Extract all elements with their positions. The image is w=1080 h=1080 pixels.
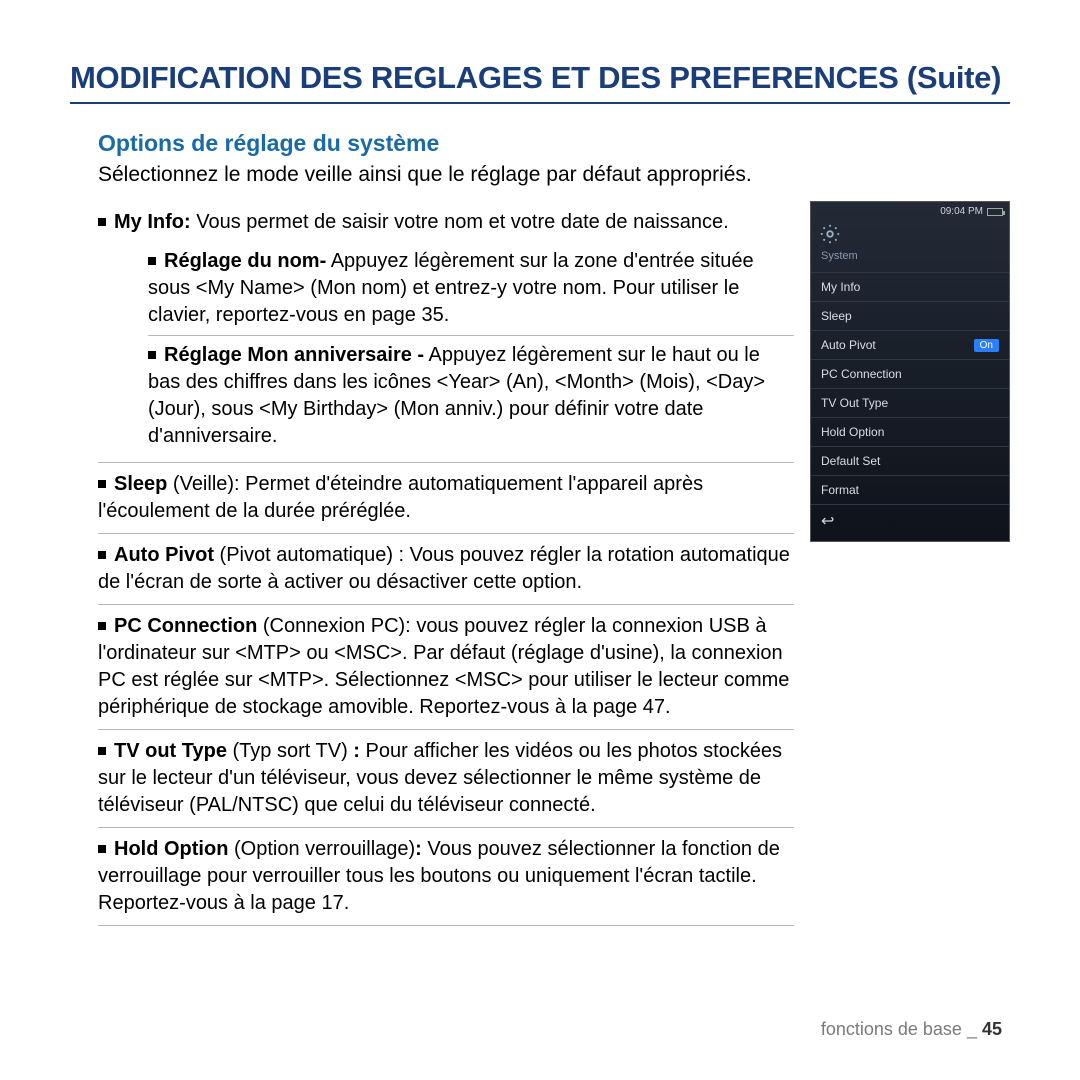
tvout-paren: (Typ sort TV) bbox=[227, 740, 353, 762]
device-header-label: System bbox=[821, 250, 1001, 262]
section-subtitle: Options de réglage du système bbox=[98, 130, 1010, 157]
device-row-hold-option[interactable]: Hold Option bbox=[811, 417, 1009, 446]
sleep-bold: Sleep bbox=[114, 473, 167, 495]
device-menu-list: My Info Sleep Auto Pivot On PC Connection… bbox=[811, 272, 1009, 504]
device-row-label: Hold Option bbox=[821, 425, 884, 439]
device-row-label: My Info bbox=[821, 280, 860, 294]
bullet-icon bbox=[148, 257, 156, 265]
device-row-format[interactable]: Format bbox=[811, 475, 1009, 504]
device-row-label: Default Set bbox=[821, 454, 880, 468]
hold-colon: : bbox=[415, 838, 422, 860]
bullet-icon bbox=[98, 551, 106, 559]
sleep-paren: (Veille): bbox=[167, 473, 245, 495]
page-number: 45 bbox=[982, 1019, 1002, 1039]
footer-text: fonctions de base _ bbox=[821, 1019, 982, 1039]
device-row-sleep[interactable]: Sleep bbox=[811, 301, 1009, 330]
autopivot-paren: (Pivot automatique) : bbox=[214, 544, 410, 566]
bullet-icon bbox=[98, 845, 106, 853]
back-icon: ↩ bbox=[821, 513, 834, 530]
hold-paren: (Option verrouillage) bbox=[228, 838, 415, 860]
item-hold-option: Hold Option (Option verrouillage): Vous … bbox=[98, 828, 794, 926]
bullet-icon bbox=[98, 218, 106, 226]
bullet-icon bbox=[148, 351, 156, 359]
tvout-bold: TV out Type bbox=[114, 740, 227, 762]
reglage-nom-bold: Réglage du nom- bbox=[164, 250, 326, 272]
bullet-icon bbox=[98, 747, 106, 755]
device-screenshot: 09:04 PM System My Info Sleep Auto Pivot… bbox=[810, 201, 1010, 542]
item-my-info: My Info: Vous permet de saisir votre nom… bbox=[98, 201, 794, 456]
autopivot-bold: Auto Pivot bbox=[114, 544, 214, 566]
device-time: 09:04 PM bbox=[940, 206, 983, 217]
intro-text: Sélectionnez le mode veille ainsi que le… bbox=[98, 163, 1010, 187]
gear-icon bbox=[819, 223, 841, 248]
page-title: MODIFICATION DES REGLAGES ET DES PREFERE… bbox=[70, 60, 1010, 104]
item-tv-out: TV out Type (Typ sort TV) : Pour affiche… bbox=[98, 730, 794, 828]
page-footer: fonctions de base _ 45 bbox=[821, 1019, 1002, 1040]
device-row-label: Auto Pivot bbox=[821, 338, 876, 352]
device-row-label: Format bbox=[821, 483, 859, 497]
device-row-label: TV Out Type bbox=[821, 396, 888, 410]
subitem-reglage-nom: Réglage du nom- Appuyez légèrement sur l… bbox=[148, 242, 794, 336]
device-status-bar: 09:04 PM bbox=[811, 202, 1009, 221]
item-sleep: Sleep (Veille): Permet d'éteindre automa… bbox=[98, 462, 794, 534]
pcconn-bold: PC Connection bbox=[114, 615, 257, 637]
tvout-colon: : bbox=[353, 740, 360, 762]
device-back-button[interactable]: ↩ bbox=[811, 504, 1009, 541]
my-info-bold: My Info: bbox=[114, 211, 191, 233]
device-row-auto-pivot[interactable]: Auto Pivot On bbox=[811, 330, 1009, 359]
device-row-tv-out[interactable]: TV Out Type bbox=[811, 388, 1009, 417]
item-auto-pivot: Auto Pivot (Pivot automatique) : Vous po… bbox=[98, 534, 794, 605]
device-row-my-info[interactable]: My Info bbox=[811, 272, 1009, 301]
my-info-text: Vous permet de saisir votre nom et votre… bbox=[191, 211, 729, 233]
item-pc-connection: PC Connection (Connexion PC): vous pouve… bbox=[98, 605, 794, 730]
reglage-anniv-bold: Réglage Mon anniversaire - bbox=[164, 344, 424, 366]
bullet-icon bbox=[98, 480, 106, 488]
device-row-default-set[interactable]: Default Set bbox=[811, 446, 1009, 475]
subitem-reglage-anniv: Réglage Mon anniversaire - Appuyez légèr… bbox=[148, 336, 794, 456]
hold-bold: Hold Option bbox=[114, 838, 228, 860]
device-row-label: PC Connection bbox=[821, 367, 902, 381]
pcconn-paren: (Connexion PC): bbox=[257, 615, 416, 637]
on-badge: On bbox=[974, 339, 999, 352]
bullet-icon bbox=[98, 622, 106, 630]
device-header: System bbox=[811, 221, 1009, 272]
device-row-label: Sleep bbox=[821, 309, 852, 323]
battery-icon bbox=[987, 208, 1003, 216]
content-list: My Info: Vous permet de saisir votre nom… bbox=[98, 201, 794, 926]
device-row-pc-connection[interactable]: PC Connection bbox=[811, 359, 1009, 388]
